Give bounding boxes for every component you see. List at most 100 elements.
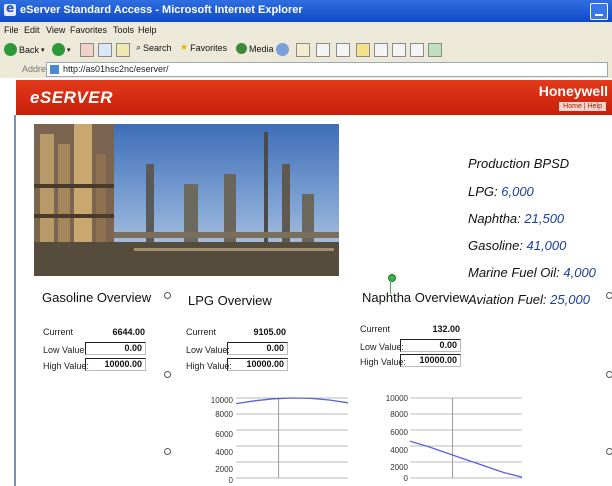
lpg-chart	[236, 397, 348, 479]
high-value-label: High Value:	[43, 361, 89, 371]
header-links: Home | Help	[559, 102, 606, 111]
production-item-value: 6,000	[501, 184, 534, 199]
chevron-down-icon: ▾	[41, 46, 45, 54]
naphtha-chart-tick-label: 10000	[385, 394, 408, 403]
production-item-value: 25,000	[550, 292, 590, 307]
lpg-chart-tick-label: 6000	[215, 430, 233, 439]
naphtha-chart-tick-label: 2000	[390, 463, 408, 472]
window-title: eServer Standard Access - Microsoft Inte…	[20, 4, 303, 16]
menu-file[interactable]: File	[4, 25, 19, 35]
rotate-handle-stem	[390, 280, 391, 294]
menu-bar: File Edit View Favorites Tools Help	[0, 22, 612, 38]
chevron-down-icon: ▾	[67, 46, 71, 54]
high-value-field[interactable]: 10000.00	[85, 358, 146, 371]
production-item: Naphtha: 21,500	[468, 211, 564, 226]
star-icon: ★	[180, 43, 189, 53]
lpg-chart-tick-label: 10000	[210, 396, 233, 405]
address-input[interactable]: http://as01hsc2nc/eserver/	[46, 62, 608, 77]
panel-title-gasoline: Gasoline Overview	[42, 290, 152, 305]
refinery-image	[34, 124, 339, 276]
production-item-label: Aviation Fuel:	[468, 292, 547, 307]
home-link[interactable]: Home	[563, 103, 582, 110]
resize-handle[interactable]	[164, 292, 171, 299]
current-value: 132.00	[432, 324, 460, 334]
home-icon[interactable]	[116, 43, 130, 57]
production-item-value: 4,000	[563, 265, 596, 280]
stop-icon[interactable]	[80, 43, 94, 57]
link-separator: |	[583, 103, 586, 110]
chart-series-line	[236, 397, 348, 405]
resize-handle[interactable]	[606, 292, 612, 299]
high-value-label: High Value:	[360, 357, 406, 367]
media-icon	[236, 43, 247, 54]
panel-title-lpg: LPG Overview	[188, 293, 272, 308]
resize-handle[interactable]	[164, 448, 171, 455]
low-value-label: Low Value:	[360, 342, 404, 352]
current-label: Current	[43, 327, 74, 337]
production-item-value: 21,500	[524, 211, 565, 226]
messenger-icon[interactable]	[374, 43, 388, 57]
low-value-field[interactable]: 0.00	[400, 339, 461, 352]
page-icon	[50, 65, 59, 74]
production-item-label: Gasoline:	[468, 238, 523, 253]
favorites-button[interactable]: ★ Favorites	[180, 43, 227, 53]
research-icon[interactable]	[410, 43, 424, 57]
help-link[interactable]: Help	[588, 103, 602, 110]
search-icon: ⌕	[136, 43, 142, 53]
menu-favorites[interactable]: Favorites	[70, 25, 107, 35]
ie-icon	[4, 1, 16, 16]
menu-help[interactable]: Help	[138, 25, 157, 35]
naphtha-chart	[410, 397, 522, 479]
resize-handle[interactable]	[606, 371, 612, 378]
high-value-field[interactable]: 10000.00	[400, 354, 461, 367]
address-bar: Address http://as01hsc2nc/eserver/	[0, 60, 612, 78]
production-item: LPG: 6,000	[468, 184, 534, 199]
edit-icon[interactable]	[336, 43, 350, 57]
refresh-icon[interactable]	[98, 43, 112, 57]
menu-edit[interactable]: Edit	[24, 25, 40, 35]
history-icon[interactable]	[276, 43, 289, 56]
favorites-label: Favorites	[190, 43, 228, 53]
production-item: Aviation Fuel: 25,000	[468, 292, 590, 307]
resize-handle[interactable]	[164, 371, 171, 378]
production-item-value: 41,000	[526, 238, 567, 253]
current-label: Current	[186, 327, 217, 337]
high-value-label: High Value:	[186, 361, 232, 371]
production-item: Gasoline: 41,000	[468, 238, 566, 253]
low-value-field[interactable]: 0.00	[85, 342, 146, 355]
high-value-field[interactable]: 10000.00	[227, 358, 288, 371]
search-button[interactable]: ⌕ Search	[136, 43, 172, 53]
naphtha-chart-tick-label: 0	[403, 474, 408, 483]
current-value: 9105.00	[253, 327, 286, 337]
mail-icon[interactable]	[296, 43, 310, 57]
lpg-chart-tick-label: 0	[228, 476, 233, 485]
frame-border	[14, 115, 16, 486]
menu-tools[interactable]: Tools	[113, 25, 134, 35]
discuss-icon[interactable]	[428, 43, 442, 57]
naphtha-chart-tick-label: 4000	[390, 446, 408, 455]
production-item-label: Marine Fuel Oil:	[468, 265, 560, 280]
menu-view[interactable]: View	[46, 25, 65, 35]
lpg-chart-tick-label: 8000	[215, 410, 233, 419]
chart-series-line	[410, 440, 522, 478]
zoom-icon[interactable]	[392, 43, 406, 57]
app-header: eSERVER Honeywell Home | Help	[16, 80, 612, 115]
resize-handle[interactable]	[606, 448, 612, 455]
folder-icon[interactable]	[356, 43, 370, 57]
brand-logo: eSERVER	[30, 88, 113, 107]
back-button[interactable]: Back ▾	[4, 43, 45, 56]
print-icon[interactable]	[316, 43, 330, 57]
production-item-label: LPG:	[468, 184, 498, 199]
production-item: Marine Fuel Oil: 4,000	[468, 265, 596, 280]
naphtha-chart-tick-label: 6000	[390, 428, 408, 437]
refinery-photo	[34, 124, 339, 276]
media-button[interactable]: Media	[236, 43, 274, 54]
forward-button[interactable]: ▾	[52, 43, 71, 56]
naphtha-chart-tick-label: 8000	[390, 410, 408, 419]
production-title: Production BPSD	[468, 156, 570, 171]
minimize-button[interactable]	[590, 3, 608, 20]
back-arrow-icon	[4, 43, 17, 56]
low-value-field[interactable]: 0.00	[227, 342, 288, 355]
lpg-chart-tick-label: 4000	[215, 448, 233, 457]
low-value-label: Low Value:	[186, 345, 230, 355]
